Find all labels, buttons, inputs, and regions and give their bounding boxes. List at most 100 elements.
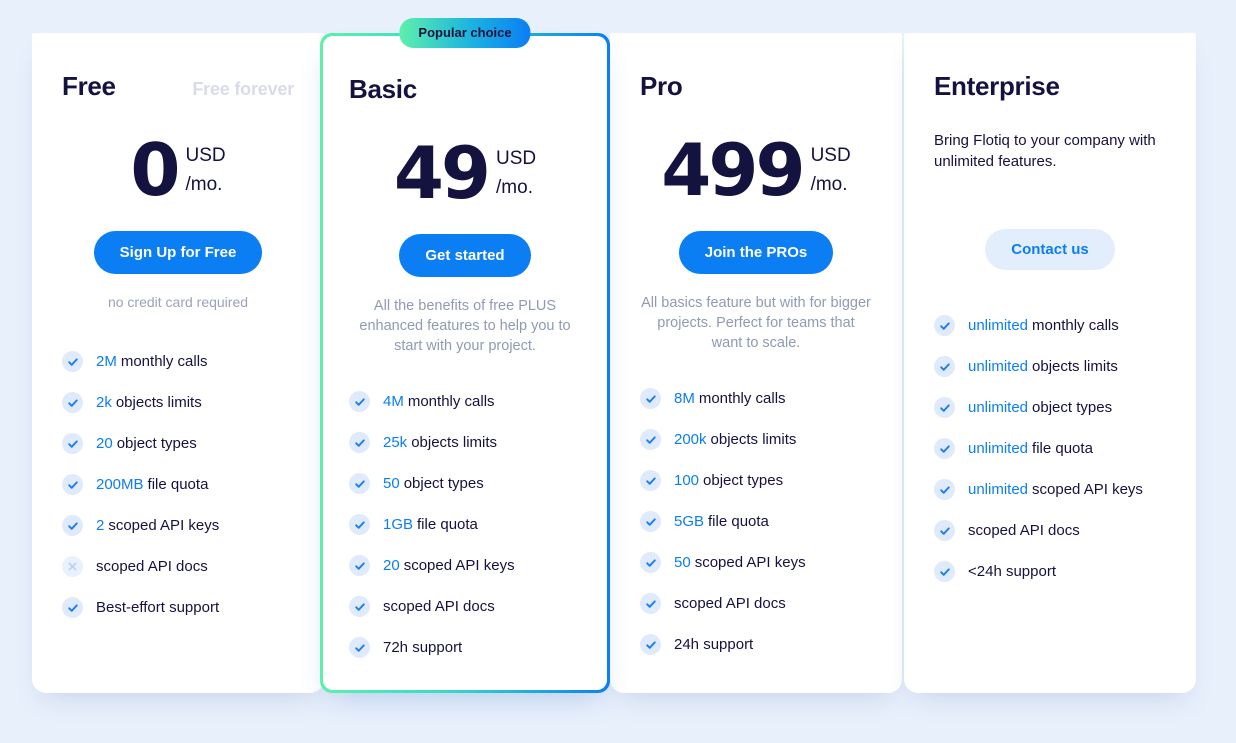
feature-item: 2M monthly calls	[62, 341, 294, 382]
feature-highlight: 25k	[383, 433, 408, 451]
feature-label: file quota	[417, 515, 478, 533]
check-icon	[934, 561, 955, 582]
feature-item: 2k objects limits	[62, 382, 294, 423]
feature-label: <24h support	[968, 562, 1056, 580]
feature-item: 5GB file quota	[640, 501, 872, 542]
plan-header: Enterprise	[934, 73, 1166, 105]
check-icon	[640, 511, 661, 532]
pricing-card-enterprise: Enterprise Bring Flotiq to your company …	[904, 33, 1196, 693]
feature-item: unlimited objects limits	[934, 346, 1166, 387]
price-currency: USD	[496, 147, 537, 169]
feature-highlight: 2k	[96, 393, 112, 411]
join-pros-button[interactable]: Join the PROs	[678, 231, 834, 274]
feature-item: <24h support	[934, 551, 1166, 592]
feature-highlight: 5GB	[674, 512, 705, 530]
feature-label: scoped API keys	[108, 516, 220, 534]
check-icon	[62, 433, 83, 455]
feature-item: 4M monthly calls	[349, 381, 581, 422]
feature-label: scoped API keys	[1032, 480, 1143, 498]
check-icon	[349, 514, 370, 535]
cta-row: Get started	[349, 234, 581, 277]
feature-item: unlimited monthly calls	[934, 305, 1166, 346]
feature-item: 20 scoped API keys	[349, 545, 581, 586]
plan-description: Bring Flotiq to your company with unlimi…	[934, 132, 1156, 170]
feature-highlight: unlimited	[968, 357, 1029, 375]
feature-item: 1GB file quota	[349, 504, 581, 545]
feature-list: 8M monthly calls 200k objects limits 100 obje…	[640, 378, 872, 665]
contact-us-button[interactable]: Contact us	[985, 229, 1115, 270]
feature-highlight: 200MB	[96, 475, 144, 493]
feature-label: monthly calls	[120, 352, 208, 370]
feature-item: 25k objects limits	[349, 422, 581, 463]
feature-label: monthly calls	[698, 389, 786, 407]
plan-title: Pro	[640, 71, 683, 101]
check-icon	[349, 637, 370, 658]
feature-label: file quota	[708, 512, 769, 530]
signup-free-button[interactable]: Sign Up for Free	[93, 231, 263, 274]
feature-highlight: 100	[674, 471, 700, 489]
check-icon	[640, 593, 661, 614]
feature-highlight: 20	[383, 556, 400, 574]
check-icon	[349, 596, 370, 617]
feature-label: file quota	[1032, 439, 1093, 457]
check-icon	[349, 391, 370, 412]
feature-item: 24h support	[640, 624, 872, 665]
price-amount: 0	[130, 127, 180, 212]
feature-list: 4M monthly calls 25k objects limits 50 object…	[349, 381, 581, 668]
feature-item: unlimited scoped API keys	[934, 469, 1166, 510]
price-block: 499 USD /mo.	[640, 133, 872, 207]
feature-list: 2M monthly calls 2k objects limits 20 object …	[62, 341, 294, 628]
cta-row: Contact us	[934, 229, 1166, 270]
feature-label: Best-effort support	[96, 598, 220, 616]
price-block: 0 USD /mo.	[62, 133, 294, 207]
feature-item: scoped API docs	[62, 546, 294, 587]
check-icon	[349, 432, 370, 453]
feature-highlight: 1GB	[383, 515, 414, 533]
pricing-plans-container: Free Free forever 0 USD /mo. Sign Up for…	[32, 18, 1204, 693]
feature-label: scoped API keys	[694, 553, 806, 571]
pricing-card-free: Free Free forever 0 USD /mo. Sign Up for…	[32, 33, 324, 693]
check-icon	[934, 356, 955, 377]
check-icon	[934, 397, 955, 418]
feature-item: scoped API docs	[640, 583, 872, 624]
feature-item: 200MB file quota	[62, 464, 294, 505]
get-started-button[interactable]: Get started	[399, 234, 531, 277]
feature-highlight: 2	[96, 516, 105, 534]
feature-label: scoped API keys	[403, 556, 515, 574]
check-icon	[62, 515, 83, 537]
price-currency: USD	[185, 144, 226, 166]
plan-header: Free Free forever	[62, 73, 294, 105]
feature-item: 50 scoped API keys	[640, 542, 872, 583]
plan-note: no credit card required	[107, 294, 249, 310]
feature-label: monthly calls	[1032, 316, 1119, 334]
feature-item: 72h support	[349, 627, 581, 668]
feature-highlight: 2M	[96, 352, 117, 370]
feature-label: scoped API docs	[674, 594, 786, 612]
feature-list: unlimited monthly calls unlimited objects l…	[934, 305, 1166, 592]
check-icon	[640, 429, 661, 450]
check-icon	[62, 474, 83, 496]
plan-description: All the benefits of free PLUS enhanced f…	[359, 298, 571, 354]
feature-label: object types	[116, 434, 197, 452]
price-unit: USD /mo.	[811, 141, 851, 200]
feature-label: objects limits	[1032, 357, 1118, 375]
feature-label: scoped API docs	[968, 521, 1080, 539]
check-icon	[62, 351, 83, 373]
price-unit: USD /mo.	[185, 141, 225, 200]
check-icon	[349, 555, 370, 576]
feature-label: scoped API docs	[96, 557, 208, 575]
pricing-card-basic: Popular choice Basic 49 USD /mo. Get sta…	[320, 18, 610, 693]
pricing-card-pro: Pro 499 USD /mo. Join the PROs All basic…	[610, 33, 902, 693]
feature-label: object types	[403, 474, 484, 492]
check-icon	[640, 470, 661, 491]
feature-highlight: 50	[383, 474, 400, 492]
feature-highlight: unlimited	[968, 439, 1029, 457]
check-icon	[640, 388, 661, 409]
plan-header: Basic	[349, 76, 581, 108]
cta-row: Join the PROs	[640, 231, 872, 274]
check-icon	[934, 520, 955, 541]
feature-item: unlimited object types	[934, 387, 1166, 428]
check-icon	[640, 634, 661, 655]
feature-item: scoped API docs	[934, 510, 1166, 551]
feature-item: 100 object types	[640, 460, 872, 501]
